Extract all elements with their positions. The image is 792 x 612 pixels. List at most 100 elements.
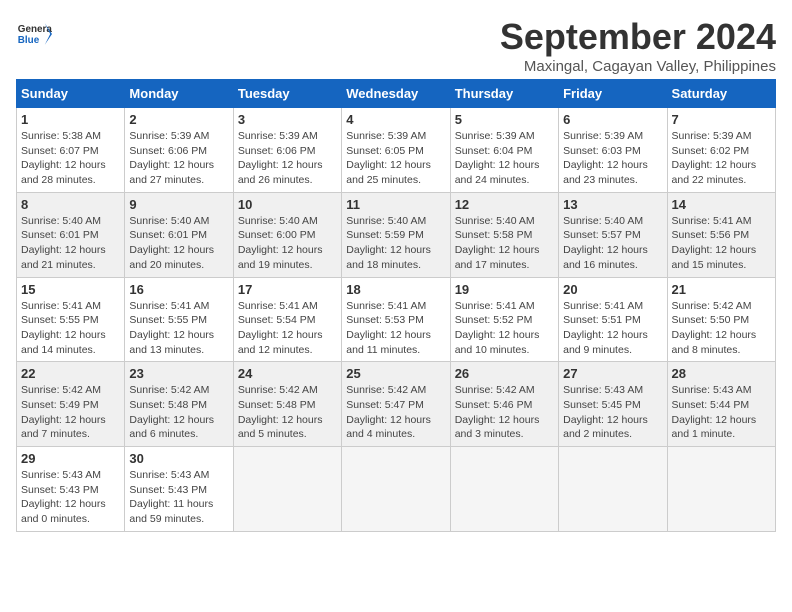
table-row: 14 Sunrise: 5:41 AMSunset: 5:56 PMDaylig…: [667, 192, 775, 277]
col-thursday: Thursday: [450, 80, 558, 108]
col-monday: Monday: [125, 80, 233, 108]
day-detail: Sunrise: 5:42 AMSunset: 5:48 PMDaylight:…: [129, 383, 228, 442]
day-number: 19: [455, 282, 554, 297]
table-row: 13 Sunrise: 5:40 AMSunset: 5:57 PMDaylig…: [559, 192, 667, 277]
table-row: 12 Sunrise: 5:40 AMSunset: 5:58 PMDaylig…: [450, 192, 558, 277]
table-row: 27 Sunrise: 5:43 AMSunset: 5:45 PMDaylig…: [559, 362, 667, 447]
day-detail: Sunrise: 5:42 AMSunset: 5:47 PMDaylight:…: [346, 383, 445, 442]
day-number: 25: [346, 366, 445, 381]
table-row: 1 Sunrise: 5:38 AMSunset: 6:07 PMDayligh…: [17, 108, 125, 193]
col-wednesday: Wednesday: [342, 80, 450, 108]
table-row: 26 Sunrise: 5:42 AMSunset: 5:46 PMDaylig…: [450, 362, 558, 447]
day-number: 2: [129, 112, 228, 127]
table-row: 8 Sunrise: 5:40 AMSunset: 6:01 PMDayligh…: [17, 192, 125, 277]
day-number: 14: [672, 197, 771, 212]
month-title: September 2024: [500, 16, 776, 58]
table-row: 2 Sunrise: 5:39 AMSunset: 6:06 PMDayligh…: [125, 108, 233, 193]
day-number: 10: [238, 197, 337, 212]
day-detail: Sunrise: 5:41 AMSunset: 5:51 PMDaylight:…: [563, 299, 662, 358]
day-number: 17: [238, 282, 337, 297]
day-number: 12: [455, 197, 554, 212]
day-detail: Sunrise: 5:38 AMSunset: 6:07 PMDaylight:…: [21, 129, 120, 188]
table-row: [450, 447, 558, 532]
day-number: 11: [346, 197, 445, 212]
day-detail: Sunrise: 5:40 AMSunset: 5:57 PMDaylight:…: [563, 214, 662, 273]
day-number: 5: [455, 112, 554, 127]
table-row: 23 Sunrise: 5:42 AMSunset: 5:48 PMDaylig…: [125, 362, 233, 447]
day-number: 4: [346, 112, 445, 127]
table-row: 17 Sunrise: 5:41 AMSunset: 5:54 PMDaylig…: [233, 277, 341, 362]
day-detail: Sunrise: 5:41 AMSunset: 5:52 PMDaylight:…: [455, 299, 554, 358]
table-row: 10 Sunrise: 5:40 AMSunset: 6:00 PMDaylig…: [233, 192, 341, 277]
day-number: 16: [129, 282, 228, 297]
day-number: 8: [21, 197, 120, 212]
day-number: 6: [563, 112, 662, 127]
table-row: 9 Sunrise: 5:40 AMSunset: 6:01 PMDayligh…: [125, 192, 233, 277]
day-number: 3: [238, 112, 337, 127]
day-detail: Sunrise: 5:40 AMSunset: 6:01 PMDaylight:…: [129, 214, 228, 273]
svg-text:Blue: Blue: [18, 35, 40, 46]
table-row: 6 Sunrise: 5:39 AMSunset: 6:03 PMDayligh…: [559, 108, 667, 193]
header: General Blue September 2024 Maxingal, Ca…: [16, 16, 776, 75]
day-number: 24: [238, 366, 337, 381]
col-sunday: Sunday: [17, 80, 125, 108]
table-row: [233, 447, 341, 532]
table-row: 24 Sunrise: 5:42 AMSunset: 5:48 PMDaylig…: [233, 362, 341, 447]
table-row: 4 Sunrise: 5:39 AMSunset: 6:05 PMDayligh…: [342, 108, 450, 193]
table-row: [342, 447, 450, 532]
calendar-header-row: Sunday Monday Tuesday Wednesday Thursday…: [17, 80, 776, 108]
day-detail: Sunrise: 5:42 AMSunset: 5:49 PMDaylight:…: [21, 383, 120, 442]
table-row: 21 Sunrise: 5:42 AMSunset: 5:50 PMDaylig…: [667, 277, 775, 362]
day-detail: Sunrise: 5:41 AMSunset: 5:53 PMDaylight:…: [346, 299, 445, 358]
day-detail: Sunrise: 5:41 AMSunset: 5:55 PMDaylight:…: [21, 299, 120, 358]
day-detail: Sunrise: 5:40 AMSunset: 5:59 PMDaylight:…: [346, 214, 445, 273]
logo-svg: General Blue: [16, 16, 52, 52]
day-detail: Sunrise: 5:39 AMSunset: 6:06 PMDaylight:…: [129, 129, 228, 188]
day-detail: Sunrise: 5:39 AMSunset: 6:06 PMDaylight:…: [238, 129, 337, 188]
day-number: 7: [672, 112, 771, 127]
day-detail: Sunrise: 5:40 AMSunset: 5:58 PMDaylight:…: [455, 214, 554, 273]
day-detail: Sunrise: 5:43 AMSunset: 5:44 PMDaylight:…: [672, 383, 771, 442]
day-detail: Sunrise: 5:40 AMSunset: 6:00 PMDaylight:…: [238, 214, 337, 273]
table-row: 25 Sunrise: 5:42 AMSunset: 5:47 PMDaylig…: [342, 362, 450, 447]
day-number: 27: [563, 366, 662, 381]
table-row: 3 Sunrise: 5:39 AMSunset: 6:06 PMDayligh…: [233, 108, 341, 193]
day-number: 26: [455, 366, 554, 381]
col-friday: Friday: [559, 80, 667, 108]
day-number: 28: [672, 366, 771, 381]
table-row: [667, 447, 775, 532]
col-tuesday: Tuesday: [233, 80, 341, 108]
day-detail: Sunrise: 5:43 AMSunset: 5:43 PMDaylight:…: [129, 468, 228, 527]
calendar: Sunday Monday Tuesday Wednesday Thursday…: [16, 79, 776, 532]
day-number: 22: [21, 366, 120, 381]
day-number: 30: [129, 451, 228, 466]
day-detail: Sunrise: 5:41 AMSunset: 5:55 PMDaylight:…: [129, 299, 228, 358]
day-detail: Sunrise: 5:39 AMSunset: 6:02 PMDaylight:…: [672, 129, 771, 188]
calendar-week-row: 1 Sunrise: 5:38 AMSunset: 6:07 PMDayligh…: [17, 108, 776, 193]
day-number: 13: [563, 197, 662, 212]
day-detail: Sunrise: 5:43 AMSunset: 5:43 PMDaylight:…: [21, 468, 120, 527]
day-detail: Sunrise: 5:41 AMSunset: 5:56 PMDaylight:…: [672, 214, 771, 273]
calendar-week-row: 29 Sunrise: 5:43 AMSunset: 5:43 PMDaylig…: [17, 447, 776, 532]
day-detail: Sunrise: 5:43 AMSunset: 5:45 PMDaylight:…: [563, 383, 662, 442]
table-row: 19 Sunrise: 5:41 AMSunset: 5:52 PMDaylig…: [450, 277, 558, 362]
day-number: 15: [21, 282, 120, 297]
table-row: 22 Sunrise: 5:42 AMSunset: 5:49 PMDaylig…: [17, 362, 125, 447]
table-row: 28 Sunrise: 5:43 AMSunset: 5:44 PMDaylig…: [667, 362, 775, 447]
logo: General Blue: [16, 16, 52, 52]
table-row: 11 Sunrise: 5:40 AMSunset: 5:59 PMDaylig…: [342, 192, 450, 277]
calendar-week-row: 8 Sunrise: 5:40 AMSunset: 6:01 PMDayligh…: [17, 192, 776, 277]
day-detail: Sunrise: 5:39 AMSunset: 6:03 PMDaylight:…: [563, 129, 662, 188]
day-number: 29: [21, 451, 120, 466]
table-row: 18 Sunrise: 5:41 AMSunset: 5:53 PMDaylig…: [342, 277, 450, 362]
table-row: [559, 447, 667, 532]
day-number: 20: [563, 282, 662, 297]
day-detail: Sunrise: 5:41 AMSunset: 5:54 PMDaylight:…: [238, 299, 337, 358]
day-detail: Sunrise: 5:39 AMSunset: 6:04 PMDaylight:…: [455, 129, 554, 188]
table-row: 15 Sunrise: 5:41 AMSunset: 5:55 PMDaylig…: [17, 277, 125, 362]
table-row: 7 Sunrise: 5:39 AMSunset: 6:02 PMDayligh…: [667, 108, 775, 193]
day-number: 21: [672, 282, 771, 297]
svg-text:General: General: [18, 24, 52, 35]
day-number: 23: [129, 366, 228, 381]
table-row: 20 Sunrise: 5:41 AMSunset: 5:51 PMDaylig…: [559, 277, 667, 362]
